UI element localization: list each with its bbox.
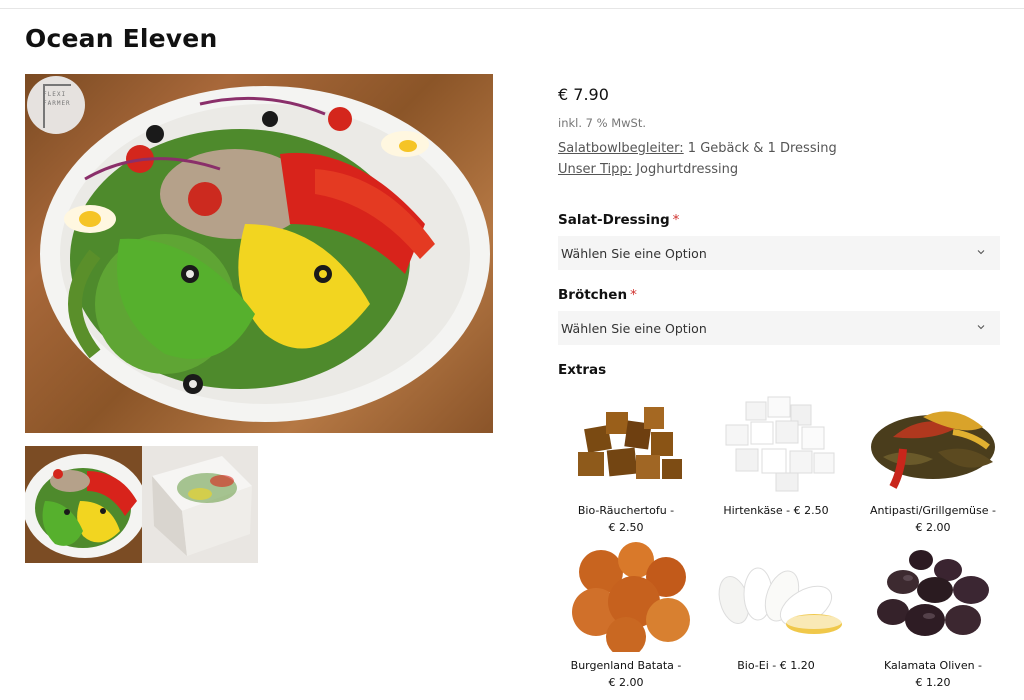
salad-plate-illustration	[40, 86, 490, 422]
antipasti-image	[863, 387, 1003, 497]
required-mark: *	[630, 287, 637, 303]
kalamata-caption: Kalamata Oliven - € 1.20	[863, 657, 1003, 691]
batata-image	[556, 542, 696, 657]
dressing-label-text: Salat-Dressing	[558, 212, 670, 228]
header-divider	[0, 8, 1024, 9]
extra-price: € 2.00	[915, 521, 951, 534]
extra-item-kalamata[interactable]: Kalamata Oliven - € 1.20	[863, 542, 1003, 691]
extra-name: Burgenland Batata -	[570, 659, 682, 672]
bio-ei-image	[706, 542, 846, 652]
tax-note: inkl. 7 % MwSt.	[558, 116, 646, 130]
extra-price: € 2.50	[608, 521, 644, 534]
thumbnail-salad-plate[interactable]	[25, 446, 142, 563]
extra-price: € 2.00	[608, 676, 644, 689]
tip-label: Unser Tipp:	[558, 162, 633, 177]
hirtenkaese-image	[706, 387, 846, 497]
antipasti-caption: Antipasti/Grillgemüse - € 2.00	[863, 502, 1003, 536]
broetchen-label: Brötchen *	[558, 287, 637, 303]
product-price: € 7.90	[558, 85, 609, 104]
extra-item-hirtenkaese[interactable]: Hirtenkäse - € 2.50	[706, 387, 846, 519]
dressing-select-value: Wählen Sie eine Option	[561, 246, 707, 261]
extra-name: Hirtenkäse - € 2.50	[723, 504, 829, 517]
companions-value: 1 Gebäck & 1 Dressing	[683, 141, 837, 156]
tip-info: Unser Tipp: Joghurtdressing	[558, 162, 738, 177]
thumbnail-box-illustration	[142, 446, 258, 563]
chevron-down-icon	[977, 325, 985, 330]
extra-name: Kalamata Oliven -	[883, 659, 983, 672]
kalamata-image	[863, 542, 1003, 652]
extra-name: Bio-Ei - € 1.20	[737, 659, 815, 672]
companions-info: Salatbowlbegleiter: 1 Gebäck & 1 Dressin…	[558, 141, 837, 156]
raeuchertofu-image	[556, 387, 696, 497]
product-title: Ocean Eleven	[25, 24, 218, 53]
bio-ei-caption: Bio-Ei - € 1.20	[706, 657, 846, 674]
extra-name: Antipasti/Grillgemüse -	[869, 504, 996, 517]
extra-item-batata[interactable]: Burgenland Batata - € 2.00	[556, 542, 696, 691]
batata-caption: Burgenland Batata - € 2.00	[556, 657, 696, 691]
extra-item-bio-ei[interactable]: Bio-Ei - € 1.20	[706, 542, 846, 674]
raeuchertofu-caption: Bio-Räuchertofu - € 2.50	[556, 502, 696, 536]
broetchen-select-value: Wählen Sie eine Option	[561, 321, 707, 336]
tip-value: Joghurtdressing	[632, 162, 739, 177]
required-mark: *	[672, 212, 680, 228]
product-main-image[interactable]: FLEXI FARMER	[25, 74, 493, 433]
chevron-down-icon	[977, 250, 985, 255]
broetchen-label-text: Brötchen	[558, 287, 628, 303]
hirtenkaese-caption: Hirtenkäse - € 2.50	[706, 502, 846, 519]
dressing-select[interactable]: Wählen Sie eine Option	[558, 236, 1000, 270]
broetchen-select[interactable]: Wählen Sie eine Option	[558, 311, 1000, 345]
companions-label: Salatbowlbegleiter:	[558, 141, 684, 156]
extras-label: Extras	[558, 362, 607, 378]
dressing-label: Salat-Dressing *	[558, 212, 679, 228]
thumbnail-salad-box[interactable]	[142, 446, 258, 563]
brand-logo: FLEXI FARMER	[27, 76, 85, 134]
extra-name: Bio-Räuchertofu -	[577, 504, 675, 517]
extra-price: € 1.20	[915, 676, 951, 689]
extra-item-raeuchertofu[interactable]: Bio-Räuchertofu - € 2.50	[556, 387, 696, 536]
extra-item-antipasti[interactable]: Antipasti/Grillgemüse - € 2.00	[863, 387, 1003, 536]
thumbnail-plate-illustration	[25, 454, 142, 558]
logo-text: FLEXI FARMER	[43, 91, 71, 107]
